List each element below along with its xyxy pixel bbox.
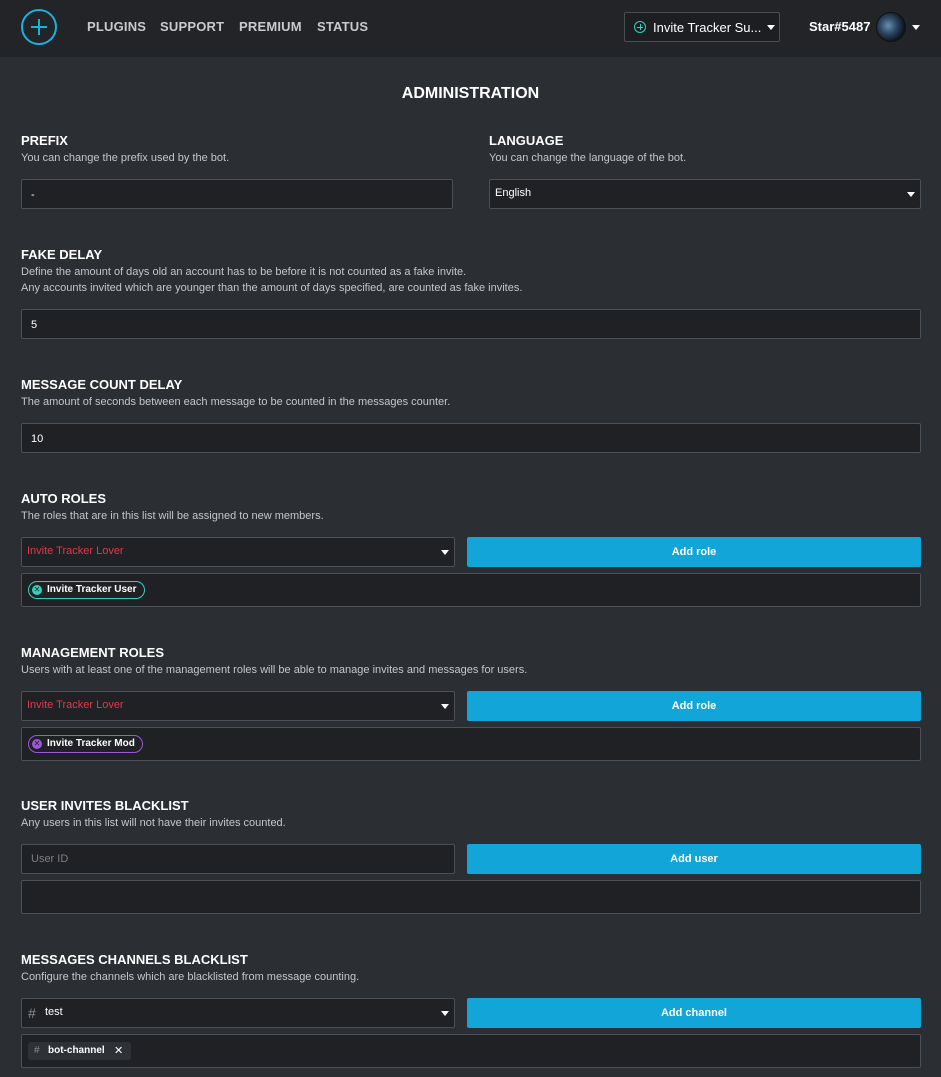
management-roles-selected: Invite Tracker Lover — [27, 699, 124, 711]
auto-roles-add-button[interactable]: Add role — [467, 537, 921, 567]
remove-role-icon[interactable]: ✕ — [32, 585, 42, 595]
prefix-input[interactable]: - — [21, 179, 453, 209]
prefix-value: - — [31, 189, 35, 201]
nav-support-link[interactable]: SUPPORT — [160, 19, 224, 34]
management-roles-list: ✕ Invite Tracker Mod — [21, 727, 921, 761]
user-blacklist-list — [21, 880, 921, 914]
logo-plus-icon[interactable] — [21, 9, 57, 45]
chevron-down-icon — [441, 550, 449, 555]
remove-channel-icon[interactable]: ✕ — [114, 1042, 123, 1060]
page-title: ADMINISTRATION — [401, 85, 540, 102]
add-user-button[interactable]: Add user — [467, 844, 921, 874]
language-select[interactable]: English — [489, 179, 921, 209]
server-selector[interactable]: Invite Tracker Su... — [624, 12, 780, 42]
hash-icon: # — [34, 1045, 40, 1056]
fake-delay-title: FAKE DELAY — [21, 247, 103, 262]
channel-blacklist-title: MESSAGES CHANNELS BLACKLIST — [21, 952, 248, 967]
chevron-down-icon — [441, 704, 449, 709]
user-blacklist-title: USER INVITES BLACKLIST — [21, 798, 189, 813]
channel-selected: test — [45, 1006, 63, 1018]
language-title: LANGUAGE — [489, 133, 564, 148]
fake-delay-description-1: Define the amount of days old an account… — [21, 266, 467, 278]
fake-delay-input[interactable]: 5 — [21, 309, 921, 339]
server-plus-icon — [634, 21, 646, 33]
auto-roles-description: The roles that are in this list will be … — [21, 510, 324, 522]
user-menu-chevron-icon[interactable] — [912, 25, 920, 30]
add-channel-button[interactable]: Add channel — [467, 998, 921, 1028]
role-chip: ✕ Invite Tracker User — [28, 581, 145, 599]
nav-plugins-link[interactable]: PLUGINS — [87, 19, 146, 34]
role-chip-label: Invite Tracker User — [47, 584, 137, 595]
channel-chip: # bot-channel ✕ — [28, 1042, 131, 1060]
fake-delay-description-2: Any accounts invited which are younger t… — [21, 282, 523, 294]
top-navbar: PLUGINS SUPPORT PREMIUM STATUS Invite Tr… — [0, 0, 941, 57]
channel-chip-label: bot-channel — [48, 1045, 105, 1056]
channel-blacklist-description: Configure the channels which are blackli… — [21, 971, 360, 983]
channel-blacklist-list: # bot-channel ✕ — [21, 1034, 921, 1068]
message-count-delay-title: MESSAGE COUNT DELAY — [21, 377, 183, 392]
language-value: English — [495, 187, 532, 199]
user-id-placeholder: User ID — [31, 853, 69, 865]
chevron-down-icon — [907, 192, 915, 197]
auto-roles-title: AUTO ROLES — [21, 491, 106, 506]
auto-roles-select[interactable]: Invite Tracker Lover — [21, 537, 455, 567]
chevron-down-icon — [441, 1011, 449, 1016]
avatar[interactable] — [876, 12, 906, 42]
role-chip: ✕ Invite Tracker Mod — [28, 735, 143, 753]
management-roles-select[interactable]: Invite Tracker Lover — [21, 691, 455, 721]
fake-delay-value: 5 — [31, 319, 38, 331]
user-blacklist-description: Any users in this list will not have the… — [21, 817, 286, 829]
management-roles-add-button[interactable]: Add role — [467, 691, 921, 721]
hash-icon: # — [28, 1005, 36, 1021]
language-description: You can change the language of the bot. — [489, 152, 687, 164]
nav-status-link[interactable]: STATUS — [317, 19, 368, 34]
message-count-delay-value: 10 — [31, 433, 44, 445]
message-count-delay-input[interactable]: 10 — [21, 423, 921, 453]
nav-premium-link[interactable]: PREMIUM — [239, 19, 302, 34]
prefix-title: PREFIX — [21, 133, 68, 148]
user-id-input[interactable]: User ID — [21, 844, 455, 874]
channel-select[interactable]: # test — [21, 998, 455, 1028]
management-roles-title: MANAGEMENT ROLES — [21, 645, 164, 660]
role-chip-label: Invite Tracker Mod — [47, 738, 135, 749]
chevron-down-icon — [767, 25, 775, 30]
remove-role-icon[interactable]: ✕ — [32, 739, 42, 749]
server-name: Invite Tracker Su... — [653, 20, 761, 35]
user-name: Star#5487 — [809, 19, 871, 34]
auto-roles-list: ✕ Invite Tracker User — [21, 573, 921, 607]
management-roles-description: Users with at least one of the managemen… — [21, 664, 528, 676]
auto-roles-selected: Invite Tracker Lover — [27, 545, 124, 557]
message-count-delay-description: The amount of seconds between each messa… — [21, 396, 451, 408]
prefix-description: You can change the prefix used by the bo… — [21, 152, 230, 164]
